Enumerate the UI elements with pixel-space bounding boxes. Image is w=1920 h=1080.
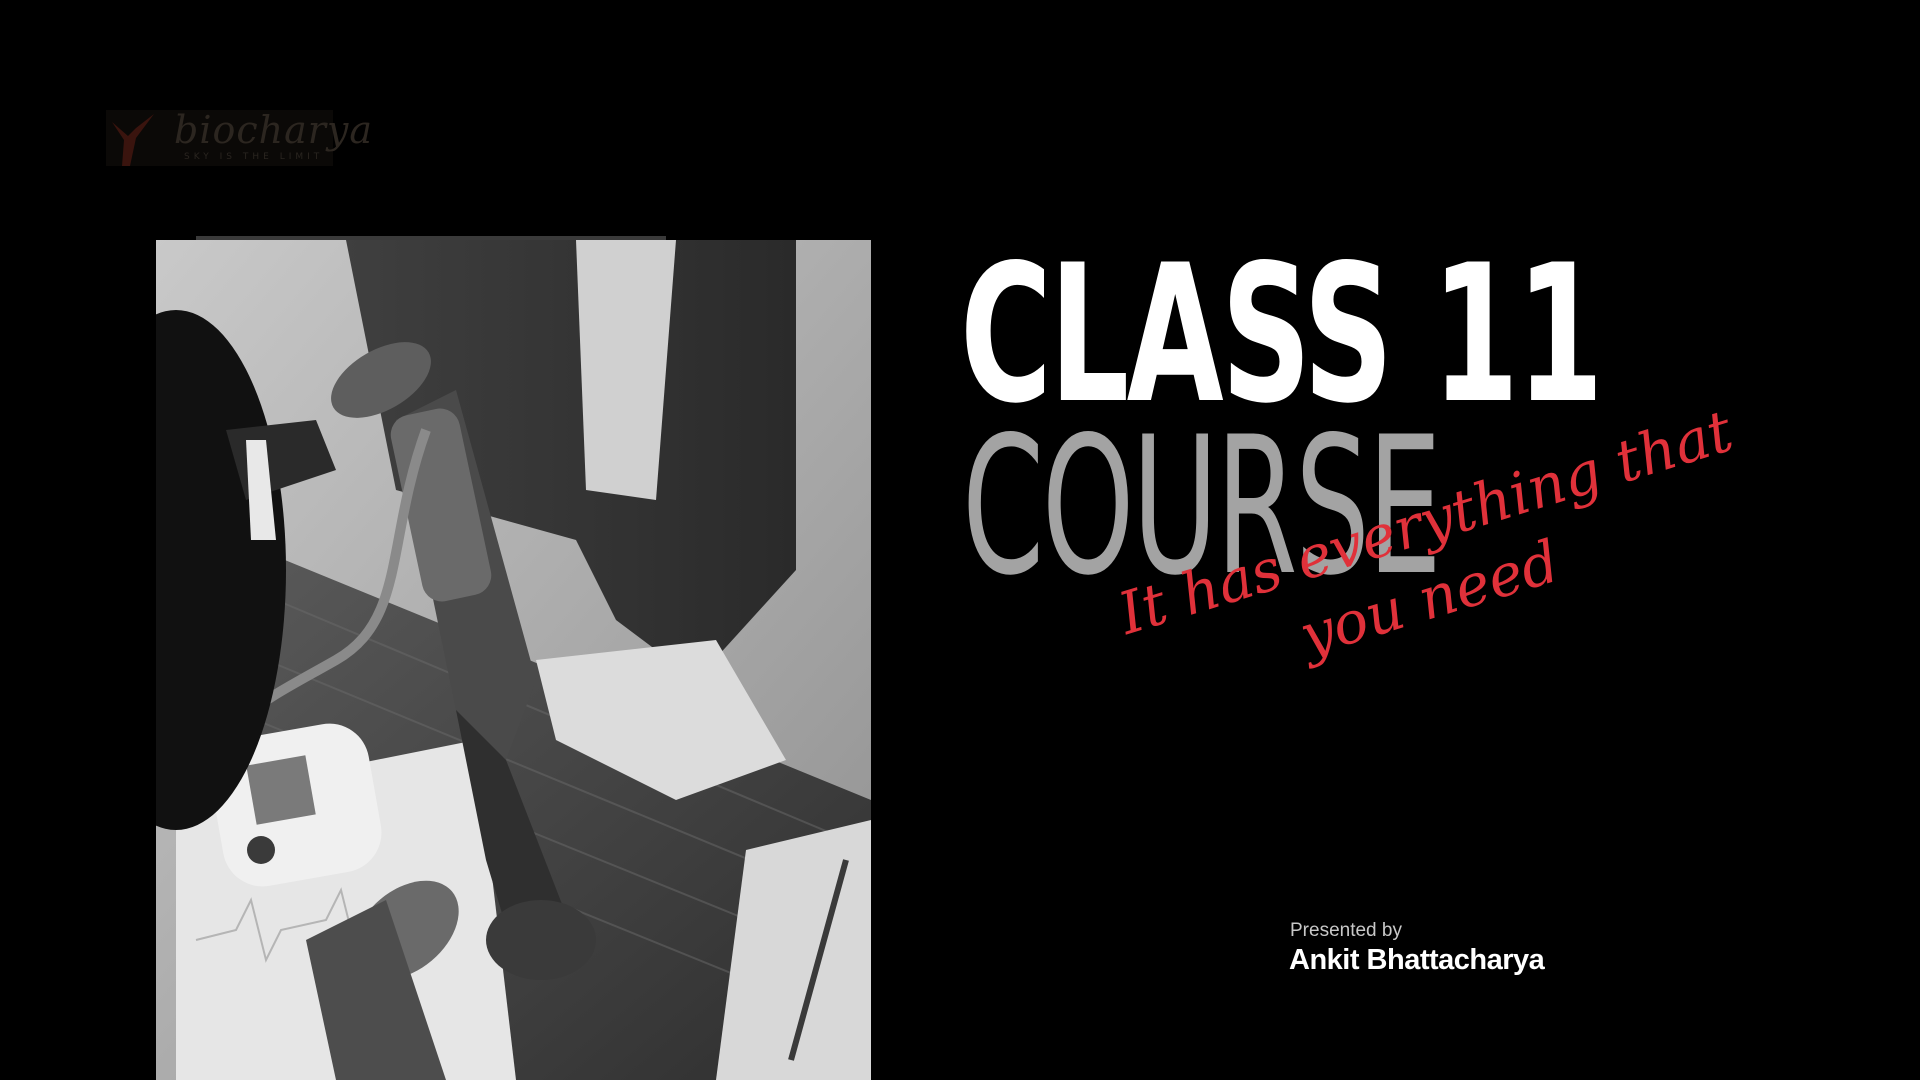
presented-by-label: Presented by xyxy=(1290,920,1402,941)
logo-brand-text: biocharya xyxy=(174,108,374,152)
blood-pressure-photo xyxy=(156,240,871,1080)
presenter-name: Ankit Bhattacharya xyxy=(1289,944,1545,976)
logo-tagline: SKY IS THE LIMIT xyxy=(184,152,324,162)
blood-pressure-illustration xyxy=(156,240,871,1080)
title-slide: biocharya SKY IS THE LIMIT CLASS 11 COUR… xyxy=(0,0,1920,1080)
logo-check-icon xyxy=(106,110,158,166)
brand-logo: biocharya SKY IS THE LIMIT xyxy=(106,108,372,166)
